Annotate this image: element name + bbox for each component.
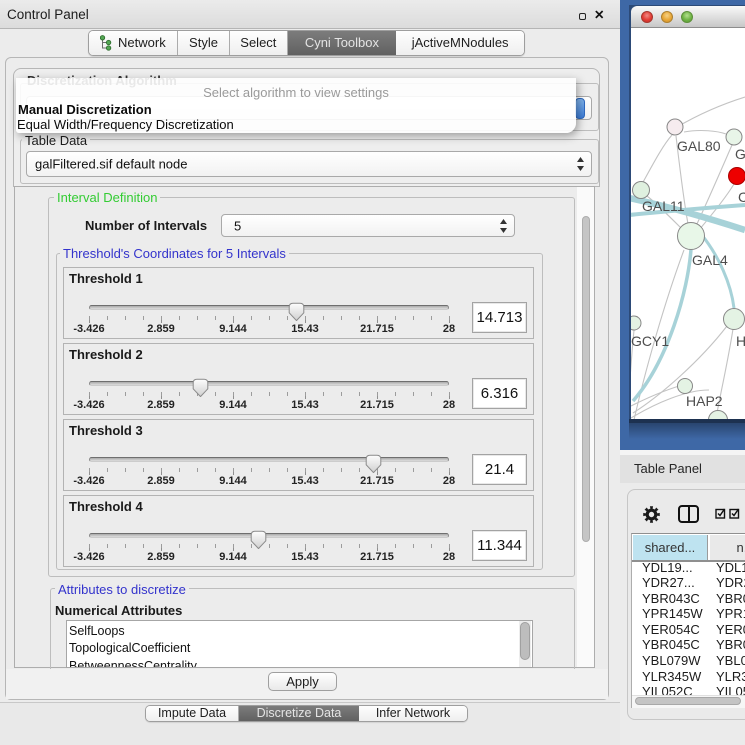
svg-text:H: H <box>736 333 745 349</box>
svg-text:GCY1: GCY1 <box>631 333 669 349</box>
svg-text:GAL80: GAL80 <box>677 138 721 154</box>
svg-text:GAL4: GAL4 <box>692 252 728 268</box>
svg-text:HAP2: HAP2 <box>686 393 723 409</box>
svg-text:GAL: GAL <box>735 146 745 162</box>
svg-text:GAL11: GAL11 <box>642 198 685 214</box>
svg-text:C: C <box>738 189 745 205</box>
